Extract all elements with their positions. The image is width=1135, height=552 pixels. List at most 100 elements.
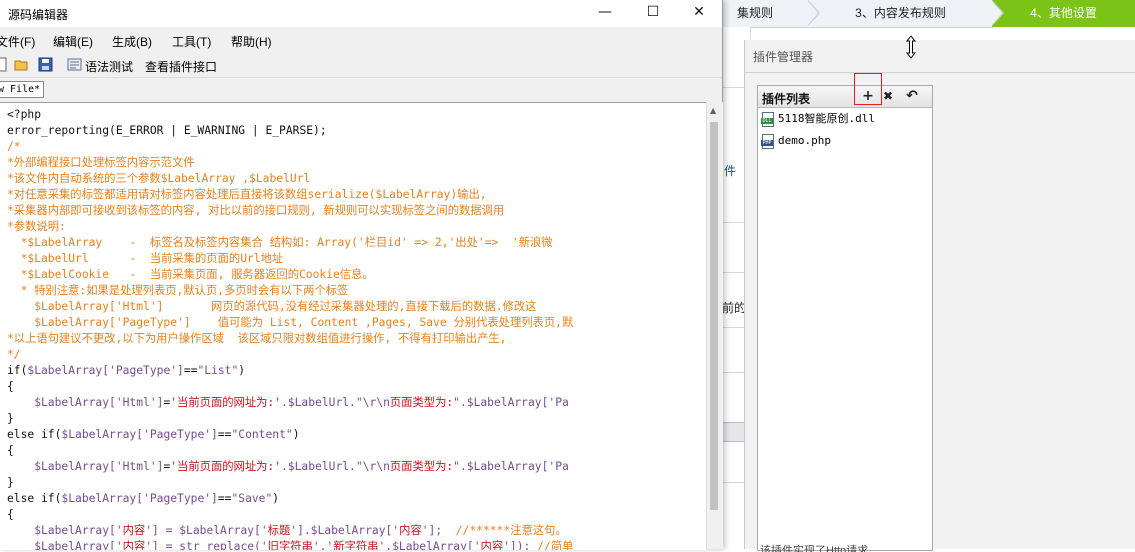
php-file-icon: PHP xyxy=(761,134,774,149)
code-line[interactable]: */ xyxy=(7,347,21,363)
code-line[interactable]: $LabelArray['Html']='当前页面的网址为:'.$LabelUr… xyxy=(7,395,569,411)
code-token: if( xyxy=(7,364,28,377)
code-token: $LabelArray xyxy=(27,364,103,377)
code-line[interactable]: *对任意采集的标签都适用请对标签内容处理后直接将该数组serialize($La… xyxy=(7,187,487,203)
menu-bar: 文件(F) 编辑(E) 生成(B) 工具(T) 帮助(H) xyxy=(0,29,722,51)
code-line[interactable]: $LabelArray['内容'] = str_replace('旧字符串','… xyxy=(7,539,573,550)
code-token: } xyxy=(7,412,14,425)
code-token: "Content" xyxy=(231,428,293,441)
code-line[interactable]: *外部编程接口处理标签内容示范文件 xyxy=(7,155,195,171)
open-folder-icon[interactable] xyxy=(14,57,29,72)
window-title: 源码编辑器 xyxy=(8,8,69,22)
code-token: $LabelArray['Html'] xyxy=(7,396,164,409)
toolbar: 语法测试 查看插件接口 xyxy=(0,53,722,78)
code-line[interactable]: { xyxy=(7,507,14,523)
list-item[interactable]: PHP demo.php xyxy=(761,132,831,150)
code-token: $LabelArray['Html'] 网页的源代码,没有经过采集器处理的,直接… xyxy=(7,300,537,313)
code-line[interactable]: /* xyxy=(7,139,21,155)
minimize-button[interactable]: — xyxy=(582,0,628,27)
code-token: == xyxy=(217,492,232,505)
code-line[interactable]: $LabelArray['Html'] 网页的源代码,没有经过采集器处理的,直接… xyxy=(7,299,536,315)
code-line[interactable]: *$LabelUrl - 当前采集的页面的Url地址 xyxy=(7,251,284,267)
code-line[interactable]: *$LabelArray - 标签名及标签内容集合 结构如: Array('栏目… xyxy=(7,235,553,251)
maximize-button[interactable]: ☐ xyxy=(630,0,676,27)
source-editor-window: 源码编辑器 — ☐ ✕ 文件(F) 编辑(E) 生成(B) 工具(T) 帮助(H… xyxy=(0,0,723,550)
step-publish-rules[interactable]: 3、内容发布规则 xyxy=(808,0,993,28)
code-token: 内容 xyxy=(399,524,422,537)
code-token: *采集器内部即可接收到该标签的内容, 对比以前的接口规则, 新规则可以实现标签之… xyxy=(7,204,505,217)
tab-new-file[interactable]: w File* xyxy=(0,81,45,98)
code-token: ".$LabelArray['Pa xyxy=(453,396,569,409)
code-token: $LabelArray['PageType'] 值可能为 List, Conte… xyxy=(7,316,574,329)
step-other-settings[interactable]: 4、其他设置 xyxy=(992,0,1135,27)
behind-label-a[interactable]: 件 xyxy=(724,162,736,179)
code-line[interactable]: else if($LabelArray['PageType']=="Conten… xyxy=(7,427,300,443)
code-token: } xyxy=(7,476,14,489)
code-token: { xyxy=(7,380,14,393)
code-token: 页面类型为: xyxy=(389,460,454,473)
code-token: '].$LabelArray[' xyxy=(290,524,400,537)
scroll-up-icon[interactable]: ▲ xyxy=(710,106,716,115)
code-token: .$LabelUrl. xyxy=(281,460,356,473)
code-line[interactable]: error_reporting(E_ERROR | E_WARNING | E_… xyxy=(7,123,327,139)
code-token: $LabelArray['Html'] xyxy=(7,460,164,473)
code-line[interactable]: else if($LabelArray['PageType']=="Save") xyxy=(7,491,279,507)
new-file-icon[interactable] xyxy=(0,57,9,72)
code-line[interactable]: $LabelArray['Html']='当前页面的网址为:'.$LabelUr… xyxy=(7,459,569,475)
step-label: 集规则 xyxy=(736,6,773,20)
code-token: ) xyxy=(238,364,246,377)
code-token: 内容 xyxy=(122,524,146,537)
vertical-scrollbar[interactable]: ▲ xyxy=(706,102,723,549)
code-line[interactable]: $LabelArray['PageType'] 值可能为 List, Conte… xyxy=(7,315,573,331)
save-icon[interactable] xyxy=(38,57,53,72)
divider xyxy=(745,72,1135,73)
plus-icon: + xyxy=(862,88,874,104)
code-token: 页面类型为: xyxy=(389,396,454,409)
maximize-icon: ☐ xyxy=(646,4,660,20)
code-token: error_reporting(E_ERROR | E_WARNING | E_… xyxy=(7,124,327,137)
tab-strip: w File* xyxy=(0,78,722,100)
close-button[interactable]: ✕ xyxy=(676,0,722,27)
code-token: "List" xyxy=(197,364,239,377)
code-line[interactable]: $LabelArray['内容'] = $LabelArray['标题'].$L… xyxy=(7,523,566,539)
undo-button[interactable]: ↶ xyxy=(902,87,922,105)
list-item[interactable]: DLL 5118智能原创.dll xyxy=(761,110,875,128)
menu-file[interactable]: 文件(F) xyxy=(0,33,35,50)
code-token: $LabelArray[' xyxy=(7,524,123,537)
behind-label-b[interactable]: 前的 xyxy=(722,299,746,316)
view-plugin-interface-button[interactable]: 查看插件接口 xyxy=(145,58,217,75)
code-line[interactable]: *采集器内部即可接收到该标签的内容, 对比以前的接口规则, 新规则可以实现标签之… xyxy=(7,203,504,219)
step-arrow xyxy=(991,0,1002,26)
code-line[interactable]: { xyxy=(7,379,14,395)
menu-tools[interactable]: 工具(T) xyxy=(172,33,211,50)
step-arrow xyxy=(807,0,818,26)
code-token: $LabelArray['PageType'] xyxy=(61,428,218,441)
code-line[interactable]: } xyxy=(7,475,14,491)
title-bar[interactable]: 源码编辑器 — ☐ ✕ xyxy=(0,0,722,27)
syntax-test-button[interactable]: 语法测试 xyxy=(85,58,133,75)
code-token: *$LabelCookie - 当前采集页面, 服务器返回的Cookie信息。 xyxy=(7,268,374,281)
code-line[interactable]: { xyxy=(7,443,14,459)
code-line[interactable]: *以上语句建议不更改,以下为用户操作区域 该区域只限对数组值进行操作, 不得有打… xyxy=(7,331,507,347)
code-line[interactable]: } xyxy=(7,411,14,427)
plugin-list-title: 插件列表 xyxy=(762,92,811,106)
code-line[interactable]: <?php xyxy=(7,107,41,123)
code-line[interactable]: *该文件内自动系统的三个参数$LabelArray ,$LabelUrl xyxy=(7,171,310,187)
code-token: <?php xyxy=(7,108,42,121)
menu-build[interactable]: 生成(B) xyxy=(112,33,152,50)
delete-plugin-button[interactable]: ✖ xyxy=(878,87,898,105)
menu-help[interactable]: 帮助(H) xyxy=(231,33,272,50)
scrollbar-thumb[interactable] xyxy=(710,122,718,510)
code-line[interactable]: if($LabelArray['PageType']=="List") xyxy=(7,363,245,379)
code-token: '] = $LabelArray[' xyxy=(145,524,268,537)
menu-edit[interactable]: 编辑(E) xyxy=(53,33,93,50)
syntax-test-icon xyxy=(67,58,82,71)
code-token: ']; xyxy=(421,524,456,537)
code-line[interactable]: * 特别注意:如果是处理列表页,默认页,多页时会有以下两个标签 xyxy=(7,283,349,299)
code-line[interactable]: *参数说明: xyxy=(7,219,66,235)
step-label: 4、其他设置 xyxy=(1030,6,1097,20)
code-token: /* xyxy=(7,140,21,153)
code-line[interactable]: *$LabelCookie - 当前采集页面, 服务器返回的Cookie信息。 xyxy=(7,267,374,283)
code-token: *对任意采集的标签都适用请对标签内容处理后直接将该数组serialize($La… xyxy=(7,188,487,201)
code-editor[interactable]: <?php error_reporting(E_ERROR | E_WARNING… xyxy=(0,102,706,550)
